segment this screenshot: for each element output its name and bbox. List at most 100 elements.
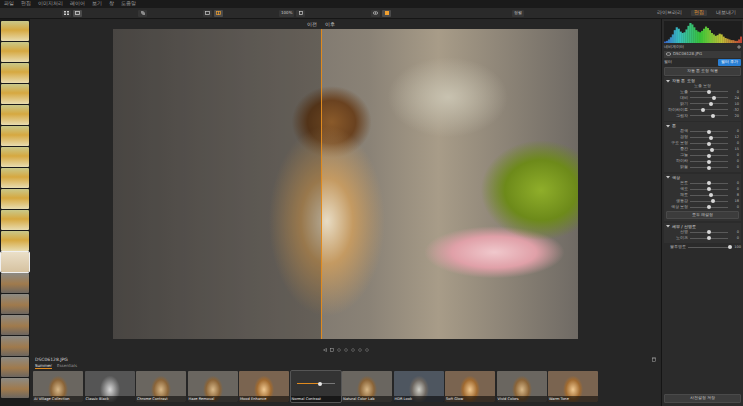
preset-card[interactable]: Classic Black	[85, 371, 135, 402]
filmstrip-thumbnail[interactable]	[1, 21, 29, 41]
adjust-slider[interactable]: 검정12	[666, 135, 739, 141]
slider-track[interactable]	[690, 232, 728, 233]
plus-icon[interactable]	[737, 45, 741, 49]
slider-knob[interactable]	[707, 160, 711, 164]
preset-card[interactable]: Natural Color Lab	[342, 371, 392, 402]
filmstrip-thumbnail[interactable]	[1, 210, 29, 230]
slider-track[interactable]	[690, 137, 728, 138]
menu-item[interactable]: 편집	[21, 2, 31, 7]
slider-knob[interactable]	[707, 90, 711, 94]
filmstrip-thumbnail[interactable]	[1, 378, 29, 398]
slider-track[interactable]	[690, 149, 728, 150]
slider-track[interactable]	[690, 195, 728, 196]
slider-track[interactable]	[690, 207, 728, 208]
add-filter-button[interactable]: 필터 추가	[718, 59, 741, 66]
preview-button[interactable]	[371, 10, 380, 17]
preset-card[interactable]: HDR Look	[394, 371, 444, 402]
preset-card[interactable]: Warm Tone	[548, 371, 598, 402]
adjust-slider[interactable]: 대비24	[666, 95, 739, 101]
menu-item[interactable]: 파일	[4, 2, 14, 7]
filmstrip-thumbnail[interactable]	[1, 357, 29, 377]
section-header[interactable]: 세부 / 선명도	[666, 224, 739, 229]
slider-knob[interactable]	[728, 245, 732, 249]
filmstrip-thumbnail[interactable]	[1, 315, 29, 335]
filmstrip-thumbnail[interactable]	[1, 294, 29, 314]
layer-row[interactable]: DSC06128.JPG	[664, 51, 741, 58]
auto-tone-button[interactable]: 자동 톤 조정 적용	[664, 67, 741, 76]
compare-view-button[interactable]	[214, 10, 223, 17]
slider-track[interactable]	[690, 238, 728, 239]
slider-track[interactable]	[690, 189, 728, 190]
module-tab[interactable]: 라이브러리	[654, 10, 685, 17]
slider-knob[interactable]	[707, 230, 711, 234]
star-icon[interactable]	[351, 348, 355, 352]
menu-item[interactable]: 이미지처리	[38, 2, 63, 7]
split-handle[interactable]	[321, 29, 322, 339]
save-preset-button[interactable]: 사전설정 저장	[664, 394, 741, 403]
adjust-slider[interactable]: 선명0	[666, 230, 739, 236]
adjust-slider[interactable]: 노이즈0	[666, 236, 739, 242]
preset-card[interactable]: Mood Enhance	[239, 371, 289, 402]
preset-card[interactable]: Chrome Contrast	[136, 371, 186, 402]
expand-arrow-icon[interactable]	[666, 79, 670, 83]
filmstrip-thumbnail[interactable]	[1, 189, 29, 209]
menu-item[interactable]: 보기	[92, 2, 102, 7]
expand-arrow-icon[interactable]	[666, 124, 670, 128]
filmstrip-thumbnail[interactable]	[1, 42, 29, 62]
section-header[interactable]: 톤	[666, 123, 739, 128]
trash-icon[interactable]	[652, 357, 656, 362]
filmstrip-thumbnail[interactable]	[1, 105, 29, 125]
single-view-button[interactable]	[203, 10, 212, 17]
preset-card[interactable]: Normal Contrast	[291, 371, 341, 402]
adjust-slider[interactable]: 구조 보정0	[666, 141, 739, 147]
slider-knob[interactable]	[711, 114, 715, 118]
slider-knob[interactable]	[707, 142, 711, 146]
slider-knob[interactable]	[707, 130, 711, 134]
slider-track[interactable]	[690, 103, 728, 104]
filmstrip-thumbnail[interactable]	[1, 252, 29, 272]
slider-track[interactable]	[690, 97, 728, 98]
module-tab[interactable]: 편집	[691, 10, 707, 17]
adjust-slider[interactable]: 채도8	[666, 193, 739, 199]
grid-view-button[interactable]	[62, 10, 71, 17]
adjust-slider[interactable]: 흰색0	[666, 129, 739, 135]
slider-knob[interactable]	[707, 154, 711, 158]
adjust-slider[interactable]: 노출0	[666, 89, 739, 95]
slider-knob[interactable]	[707, 181, 711, 185]
filmstrip-thumbnail[interactable]	[1, 336, 29, 356]
slider-knob[interactable]	[707, 236, 711, 240]
filmstrip-thumbnail[interactable]	[1, 63, 29, 83]
adjust-slider[interactable]: 밝음0	[666, 165, 739, 171]
preset-card[interactable]: Soft Glow	[445, 371, 495, 402]
adjust-slider[interactable]: 그늘0	[666, 153, 739, 159]
slider-knob[interactable]	[707, 205, 711, 209]
preset-tab[interactable]: Summer	[35, 364, 52, 369]
module-tab[interactable]: 내보내기	[713, 10, 739, 17]
slider-knob[interactable]	[707, 187, 711, 191]
section-header[interactable]: 자동 톤 조정	[666, 78, 739, 83]
slider-knob[interactable]	[701, 108, 705, 112]
slider-knob[interactable]	[711, 199, 715, 203]
adjust-slider[interactable]: 중간15	[666, 147, 739, 153]
preset-amount-slider[interactable]	[297, 383, 335, 384]
crop-button[interactable]	[138, 10, 147, 17]
filmstrip-thumbnail[interactable]	[1, 147, 29, 167]
slider-knob[interactable]	[709, 102, 713, 106]
adjust-slider[interactable]: 온도0	[666, 181, 739, 187]
preset-card[interactable]: AI Village Collection	[33, 371, 83, 402]
slider-knob[interactable]	[712, 96, 716, 100]
adjust-slider[interactable]: 하이라0	[666, 159, 739, 165]
slider-knob[interactable]	[710, 148, 714, 152]
slider-track[interactable]	[688, 247, 730, 248]
slider-track[interactable]	[690, 155, 728, 156]
star-icon[interactable]	[344, 348, 348, 352]
slider-knob[interactable]	[707, 166, 711, 170]
menu-item[interactable]: 레이어	[70, 2, 85, 7]
preset-card[interactable]: Haze Removal	[188, 371, 238, 402]
flag-icon[interactable]	[330, 348, 334, 352]
adjust-slider[interactable]: 그림자20	[666, 113, 739, 119]
filmstrip-thumbnail[interactable]	[1, 126, 29, 146]
star-icon[interactable]	[358, 348, 362, 352]
expand-arrow-icon[interactable]	[666, 224, 670, 228]
slider-knob[interactable]	[709, 193, 713, 197]
